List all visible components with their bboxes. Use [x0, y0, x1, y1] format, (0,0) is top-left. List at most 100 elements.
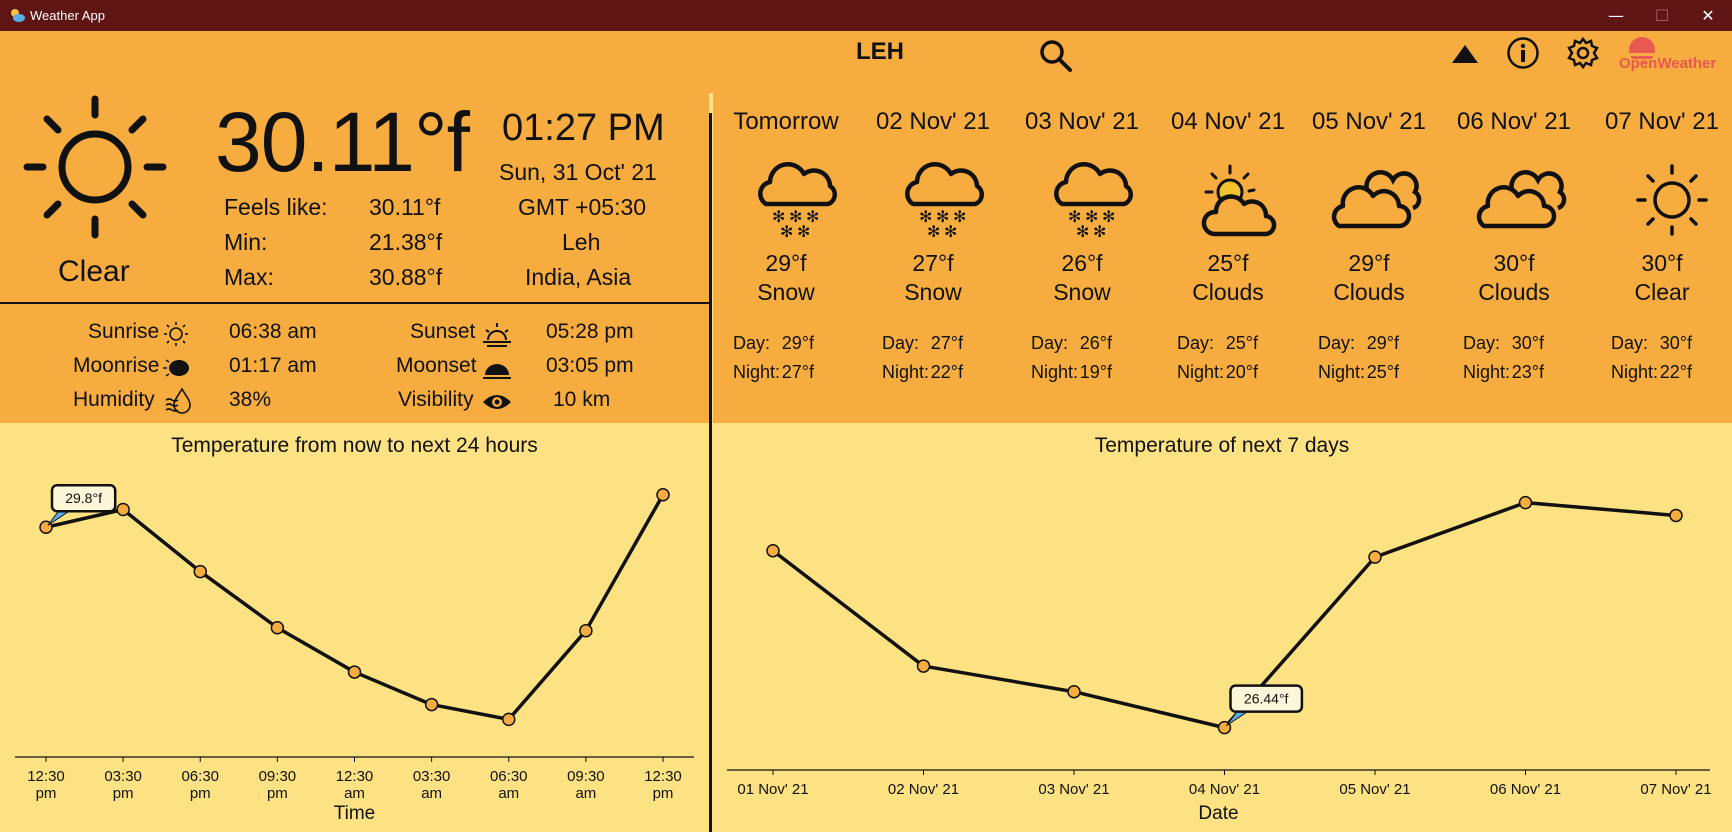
sun-icon: [1622, 160, 1722, 245]
forecast-temp: 30°f: [1493, 250, 1535, 276]
night-label: Night:: [882, 362, 930, 382]
snow-cloud-icon: ✻ ✻ ✻ ✻ ✻: [893, 160, 993, 245]
data-point: [1368, 550, 1382, 564]
gear-icon[interactable]: [1566, 36, 1600, 70]
current-date: Sun, 31 Oct' 21: [499, 159, 657, 185]
day-label: Day:: [1318, 333, 1356, 353]
night-temp: 23°f: [1511, 362, 1544, 382]
annotation-text: 26.44°f: [1244, 691, 1289, 707]
svg-text:✻: ✻: [927, 224, 940, 240]
day-temp: 26°f: [1079, 333, 1112, 353]
snow-cloud-icon: ✻ ✻ ✻ ✻ ✻: [746, 160, 846, 245]
series-line: [771, 500, 1677, 730]
night-temp: 20°f: [1225, 362, 1258, 382]
data-point: [116, 502, 130, 517]
forecast-date: 03 Nov' 21: [1025, 108, 1139, 135]
forecast-description: Clouds: [1478, 279, 1550, 305]
x-tick-label: pm: [190, 785, 211, 802]
svg-text:✻: ✻: [944, 224, 957, 240]
x-tick-label: am: [421, 785, 442, 802]
svg-text:✻: ✻: [1093, 224, 1106, 240]
openweather-logo[interactable]: OpenWeather: [1617, 33, 1727, 77]
x-tick-label: 12:30: [336, 768, 374, 785]
moonset-value: 03:05 pm: [546, 354, 634, 377]
min-label: Min:: [224, 229, 268, 255]
forecast-temp: 27°f: [912, 250, 954, 276]
night-temp: 22°f: [1659, 362, 1692, 382]
forecast-date: 06 Nov' 21: [1457, 108, 1571, 135]
search-icon[interactable]: [1038, 38, 1074, 74]
x-tick-label: pm: [267, 785, 288, 802]
max-label: Max:: [224, 264, 274, 290]
maximize-button[interactable]: ☐: [1639, 0, 1685, 31]
day-label: Day:: [882, 333, 920, 353]
night-temp: 19°f: [1079, 362, 1112, 382]
x-tick-label: 05 Nov' 21: [1339, 781, 1410, 798]
x-tick-label: pm: [36, 785, 57, 802]
snow-cloud-icon: ✻ ✻ ✻ ✻ ✻: [1042, 160, 1142, 245]
forecast-description: Clouds: [1333, 279, 1405, 305]
data-point: [424, 697, 439, 712]
x-tick-label: am: [575, 785, 596, 802]
forecast-day: Tomorrow ✻ ✻ ✻ ✻ ✻ 29°f Snow: [716, 108, 856, 305]
forecast-description: Snow: [1053, 279, 1111, 305]
x-tick-label: pm: [653, 785, 674, 802]
forecast-day: 07 Nov' 21 30°f Clear: [1592, 108, 1732, 305]
x-tick-label: pm: [113, 785, 134, 802]
forecast-temp: 25°f: [1207, 250, 1249, 276]
day-temp: 27°f: [930, 333, 963, 353]
moonrise-value: 01:17 am: [229, 354, 317, 377]
x-tick-label: 12:30: [644, 768, 682, 785]
openweather-logo-text: OpenWeather: [1619, 55, 1717, 72]
sunset-icon: [483, 323, 511, 347]
forecast-description: Clear: [1634, 279, 1690, 305]
x-tick-label: 09:30: [567, 768, 605, 785]
forecast-temp: 26°f: [1061, 250, 1103, 276]
x-tick-label: am: [498, 785, 519, 802]
forecast-date: 07 Nov' 21: [1605, 108, 1719, 135]
data-point: [766, 543, 780, 558]
sun-behind-cloud-icon: [1188, 160, 1288, 245]
triangle-up-icon[interactable]: [1450, 43, 1480, 65]
forecast-description: Snow: [904, 279, 962, 305]
app-weather-icon: [11, 9, 25, 22]
night-temp: 22°f: [930, 362, 963, 382]
forecast-temp: 29°f: [1348, 250, 1390, 276]
feels-like-value: 30.11°f: [369, 194, 441, 220]
data-point: [502, 712, 516, 727]
moonset-icon: [483, 364, 511, 379]
location-region: India, Asia: [525, 264, 632, 290]
forecast-date: Tomorrow: [733, 108, 839, 135]
data-point: [579, 623, 593, 638]
day-temp: 30°f: [1659, 333, 1692, 353]
minimize-button[interactable]: —: [1593, 0, 1639, 31]
close-button[interactable]: ✕: [1685, 0, 1731, 31]
x-tick-label: 02 Nov' 21: [888, 781, 959, 798]
x-tick-label: 03:30: [413, 768, 451, 785]
data-point: [1669, 508, 1683, 523]
timezone: GMT +05:30: [518, 194, 647, 220]
x-axis-label: Date: [1198, 803, 1238, 824]
clouds-icon: [1474, 160, 1574, 245]
sunrise-value: 06:38 am: [229, 320, 317, 343]
forecast-temp: 30°f: [1641, 250, 1683, 276]
night-label: Night:: [1611, 362, 1659, 382]
x-tick-label: 04 Nov' 21: [1189, 781, 1260, 798]
city-name: LEH: [856, 38, 904, 65]
night-label: Night:: [1463, 362, 1511, 382]
x-axis-label: Time: [334, 803, 376, 824]
forecast-day: 06 Nov' 21 30°f Clouds: [1444, 108, 1584, 305]
info-icon[interactable]: [1506, 36, 1540, 70]
eye-icon: [483, 395, 511, 409]
sunset-value: 05:28 pm: [546, 320, 634, 343]
sunrise-icon: [164, 322, 188, 346]
humidity-value: 38%: [229, 388, 272, 411]
max-value: 30.88°f: [369, 264, 443, 290]
location-city: Leh: [562, 229, 601, 255]
day-temp: 29°f: [781, 333, 814, 353]
forecast-description: Snow: [757, 279, 815, 305]
x-tick-label: 06:30: [490, 768, 528, 785]
moonrise-icon: [163, 359, 189, 377]
svg-text:✻: ✻: [797, 224, 810, 240]
daily-temperature-chart: 01 Nov' 21 02 Nov' 21 03 Nov' 21 04 Nov' 21…: [727, 495, 1712, 824]
